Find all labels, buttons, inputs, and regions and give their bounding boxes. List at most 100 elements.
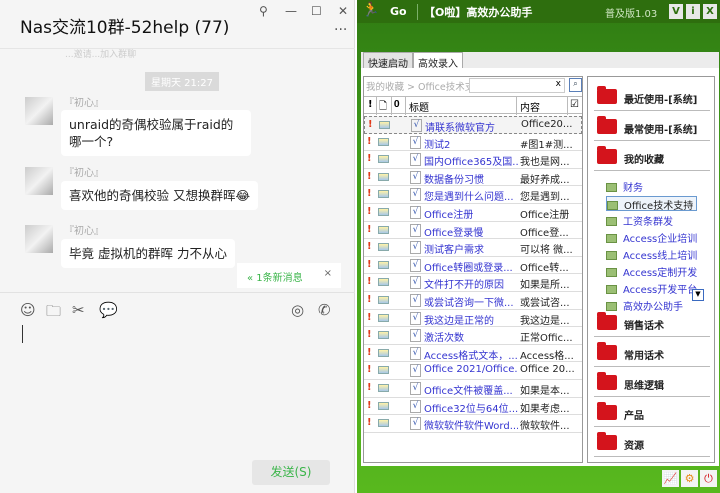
call-icon[interactable]: ✆ [318,301,331,319]
scissors-icon[interactable]: ✂ [72,301,85,319]
clear-icon[interactable]: x [556,79,561,89]
table-row[interactable]: ! √ 测试客户需求 可以将 微... [364,239,582,257]
row-checkbox[interactable]: √ [410,241,421,255]
category-item[interactable]: 思维逻辑 [594,371,710,397]
row-checkbox[interactable]: √ [410,205,421,219]
favorite-item[interactable]: Access企业培训 [606,230,697,245]
row-checkbox[interactable]: √ [410,258,421,272]
table-row[interactable]: ! √ 激活次数 正常Offic... [364,327,582,345]
table-row[interactable]: ! √ Office32位与64位... 如果考虑... [364,398,582,416]
select-all-checkbox[interactable]: ☑ [570,99,579,110]
favorite-item[interactable]: Access线上培训 [606,247,697,262]
title-bar: 🏃 Go 【O啦】高效办公助手 普及版1.03 V i X [357,0,720,23]
maximize-button[interactable]: ☐ [311,4,322,18]
row-checkbox[interactable]: √ [410,293,421,307]
send-button[interactable]: 发送(S) [252,460,330,485]
close-icon[interactable]: × [324,268,332,279]
table-row[interactable]: ! √ 数据备份习惯 最好养成... [364,169,582,187]
power-icon[interactable]: ⏻ [700,470,717,487]
row-checkbox[interactable]: √ [410,153,421,167]
table-row[interactable]: ! √ 或尝试咨询一下微... 或尝试咨... [364,292,582,310]
table-row[interactable]: ! √ Office 2021/Office... Office 20... [364,362,582,380]
search-input[interactable]: x [469,78,565,93]
tab-quick-launch[interactable]: 快速启动 [363,52,413,70]
minimize-button[interactable]: — [285,4,297,18]
row-checkbox[interactable]: √ [410,417,421,431]
search-icon[interactable]: ⌕ [569,78,582,92]
priority-icon: ! [367,241,372,253]
row-title: Office注册 [424,209,474,221]
document-icon[interactable]: 🗋 [379,99,387,116]
favorite-item[interactable]: Office技术支持 [606,196,698,212]
dropdown-arrow-icon[interactable]: ▼ [692,289,704,301]
folder-icon[interactable]: 🗀 [46,301,61,326]
message-input[interactable] [22,325,23,343]
table-row[interactable]: ! √ 文件打不开的原因 如果是所... [364,274,582,292]
category-item[interactable]: 常用话术 [594,341,710,367]
favorite-item[interactable]: 工资条群发 [606,213,673,228]
go-button[interactable]: Go [390,5,407,18]
category-recent[interactable]: 最近使用-[系统] [594,85,710,111]
avatar[interactable] [25,97,53,125]
mail-icon [378,260,389,269]
row-checkbox[interactable]: √ [410,311,421,325]
table-row[interactable]: ! √ 请联系微软官方 Office20... [364,116,582,134]
row-content: Office登... [520,227,569,239]
close-button[interactable]: X [703,4,717,19]
content-column[interactable]: 内容 [520,99,540,114]
chart-icon[interactable]: 📈 [662,470,679,487]
pin-icon[interactable]: ⚲ [259,4,268,18]
chat-history-icon[interactable]: 💬 [99,301,118,319]
emoji-icon[interactable]: ☺ [20,301,36,319]
row-checkbox[interactable]: √ [410,381,421,395]
mail-icon [378,295,389,304]
category-frequent[interactable]: 最常使用-[系统] [594,115,710,141]
new-message-notice[interactable]: « 1条新消息 × [237,263,341,288]
table-row[interactable]: ! √ Access格式文本，... Access格... [364,345,582,363]
table-row[interactable]: ! √ Office文件被覆盖... 如果是本... [364,380,582,398]
live-icon[interactable]: ◎ [291,301,304,319]
info-button[interactable]: i [686,4,700,19]
title-column[interactable]: 标题 [409,99,429,114]
priority-icon: ! [367,417,372,429]
settings-icon[interactable]: ⚙ [681,470,698,487]
table-row[interactable]: ! √ Office转圈或登录... Office转... [364,257,582,275]
row-checkbox[interactable]: √ [410,399,421,413]
favorite-item[interactable]: 财务 [606,179,643,194]
category-item[interactable]: 销售话术 [594,311,710,337]
row-checkbox[interactable]: √ [410,329,421,343]
category-item[interactable]: 资源 [594,431,710,457]
table-row[interactable]: ! √ 微软软件软件Word... 微软软件... [364,415,582,433]
avatar[interactable] [25,225,53,253]
row-checkbox[interactable]: √ [410,276,421,290]
table-row[interactable]: ! √ 您是遇到什么问题... 您是遇到... [364,186,582,204]
row-checkbox[interactable]: √ [411,119,422,132]
table-row[interactable]: ! √ 我这边是正常的 我这边是... [364,310,582,328]
table-row[interactable]: ! √ 国内Office365及国... 我也是网... [364,151,582,169]
row-checkbox[interactable]: √ [410,170,421,184]
category-favorites[interactable]: 我的收藏 [594,145,710,171]
avatar[interactable] [25,167,53,195]
main-panel: 我的收藏 > Office技术支持 x ⌕ ! 🗋 𝟎 标题 内容 ☑ ! √ 请联… [361,68,719,466]
more-icon[interactable]: ··· [334,22,347,38]
row-checkbox[interactable]: √ [410,223,421,237]
priority-icon: ! [367,223,372,235]
row-title: 请联系微软官方 [425,123,495,134]
category-item[interactable]: 产品 [594,401,710,427]
row-checkbox[interactable]: √ [410,346,421,360]
row-checkbox[interactable]: √ [410,364,421,378]
priority-column[interactable]: ! [368,99,373,110]
favorite-item[interactable]: Access开发平台 [606,281,697,296]
row-checkbox[interactable]: √ [410,188,421,202]
app-title: 【O啦】高效办公助手 [417,4,532,20]
row-checkbox[interactable]: √ [410,135,421,149]
table-row[interactable]: ! √ 测试2 #图1#测... [364,134,582,152]
v-button[interactable]: V [669,4,683,19]
assistant-app: 🏃 Go 【O啦】高效办公助手 普及版1.03 V i X 快速启动 高效录入 … [357,0,720,493]
attachment-icon[interactable]: 𝟎 [394,99,400,110]
tab-efficient-input[interactable]: 高效录入 [413,52,463,70]
favorite-item[interactable]: Access定制开发 [606,264,697,279]
table-row[interactable]: ! √ Office注册 Office注册 [364,204,582,222]
table-row[interactable]: ! √ Office登录慢 Office登... [364,222,582,240]
close-button[interactable]: ✕ [338,4,348,18]
